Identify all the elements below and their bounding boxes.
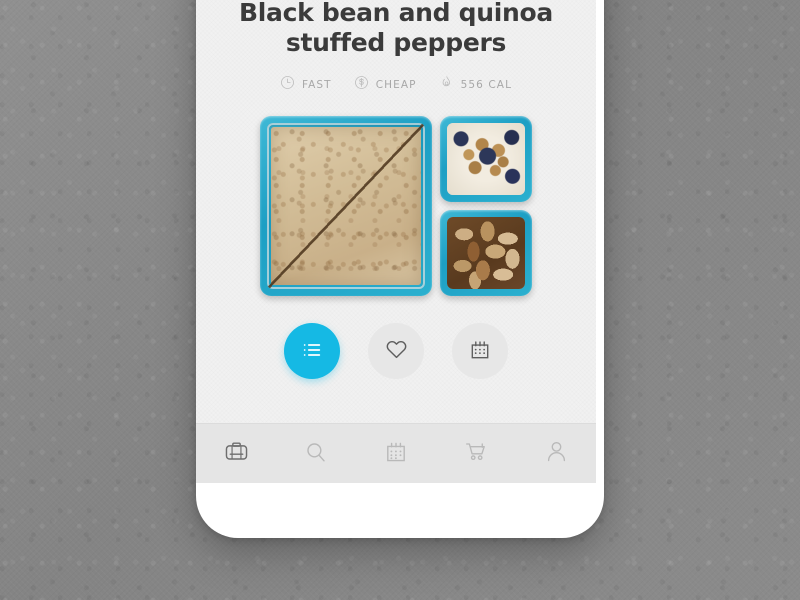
heart-icon (385, 338, 408, 364)
tab-cart[interactable] (436, 424, 516, 483)
nuts-compartment (440, 210, 532, 296)
lunchbox-icon (223, 438, 250, 469)
mixed-nuts-food (447, 217, 525, 289)
sandwich-compartment (260, 116, 432, 296)
meta-label-calories: 556 CAL (460, 78, 513, 91)
dollar-circle-icon (354, 75, 369, 94)
sandwich-food (267, 123, 425, 289)
phone-device: Black bean and quinoa stuffed peppers FA… (196, 0, 604, 538)
favorite-button[interactable] (368, 323, 424, 379)
meta-item-fast: FAST (280, 75, 332, 94)
person-icon (544, 439, 569, 468)
calendar-icon (469, 339, 491, 364)
cart-icon (464, 439, 489, 468)
calendar-icon (384, 440, 408, 468)
phone-screen: Black bean and quinoa stuffed peppers FA… (196, 0, 596, 483)
yogurt-granola-food (447, 123, 525, 195)
clock-icon (280, 75, 295, 94)
recipe-header: Black bean and quinoa stuffed peppers FA… (196, 0, 596, 94)
bento-box-photo (260, 116, 532, 296)
tab-lunchbox[interactable] (196, 424, 276, 483)
meta-item-cheap: CHEAP (354, 75, 417, 94)
meta-label-cheap: CHEAP (375, 78, 417, 91)
bottom-tab-bar (196, 423, 596, 483)
meta-item-calories: 556 CAL (439, 75, 512, 94)
yogurt-compartment (440, 116, 532, 202)
page-title: Black bean and quinoa stuffed peppers (239, 0, 553, 57)
tab-search[interactable] (276, 424, 356, 483)
list-icon (301, 339, 323, 364)
meta-label-fast: FAST (301, 78, 332, 91)
tab-profile[interactable] (516, 424, 596, 483)
search-icon (304, 440, 328, 468)
action-button-row (196, 323, 596, 379)
recipe-steps-button[interactable] (284, 323, 340, 379)
recipe-photo-container (196, 116, 596, 296)
flame-icon (439, 75, 454, 94)
tab-calendar[interactable] (356, 424, 436, 483)
schedule-button[interactable] (452, 323, 508, 379)
recipe-meta-row: FAST CHEAP 556 CAL (222, 75, 570, 94)
